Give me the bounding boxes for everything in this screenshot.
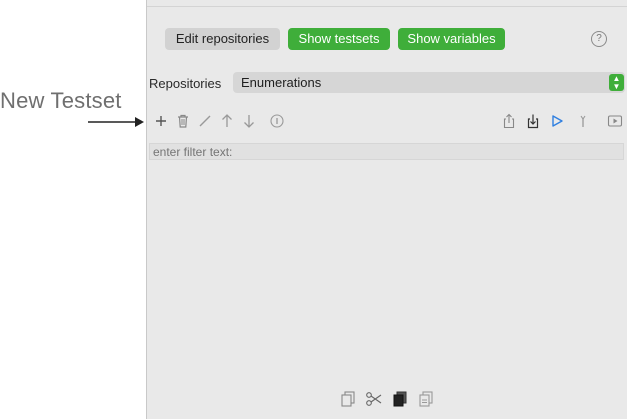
duplicate-icon[interactable] [417,390,435,408]
show-testsets-button[interactable]: Show testsets [288,28,390,50]
export-icon[interactable] [501,113,517,129]
import-icon[interactable] [525,113,541,129]
copy-icon[interactable] [339,390,357,408]
play-box-icon[interactable] [607,113,623,129]
divider [147,6,627,7]
repository-selected-value: Enumerations [241,75,322,90]
repositories-label: Repositories [149,76,222,91]
new-testset-callout: New Testset [0,88,122,113]
edit-repositories-button[interactable]: Edit repositories [165,28,280,50]
chevron-updown-icon: ▲ ▼ [609,74,624,91]
callout-arrow-icon [88,117,144,127]
repository-select[interactable]: Enumerations ▲ ▼ [233,72,625,93]
paste-icon[interactable] [391,390,409,408]
edit-icon[interactable] [197,113,213,129]
add-icon[interactable] [153,113,169,129]
info-icon[interactable] [269,113,285,129]
show-variables-button[interactable]: Show variables [398,28,505,50]
testsets-panel: Edit repositories Show testsets Show var… [146,0,627,419]
run-single-icon[interactable] [575,113,591,129]
down-arrow-icon[interactable] [241,113,257,129]
cut-icon[interactable] [365,390,383,408]
help-icon[interactable]: ? [591,31,607,47]
up-arrow-icon[interactable] [219,113,235,129]
play-icon[interactable] [549,113,565,129]
filter-input[interactable] [149,143,624,160]
trash-icon[interactable] [175,113,191,129]
